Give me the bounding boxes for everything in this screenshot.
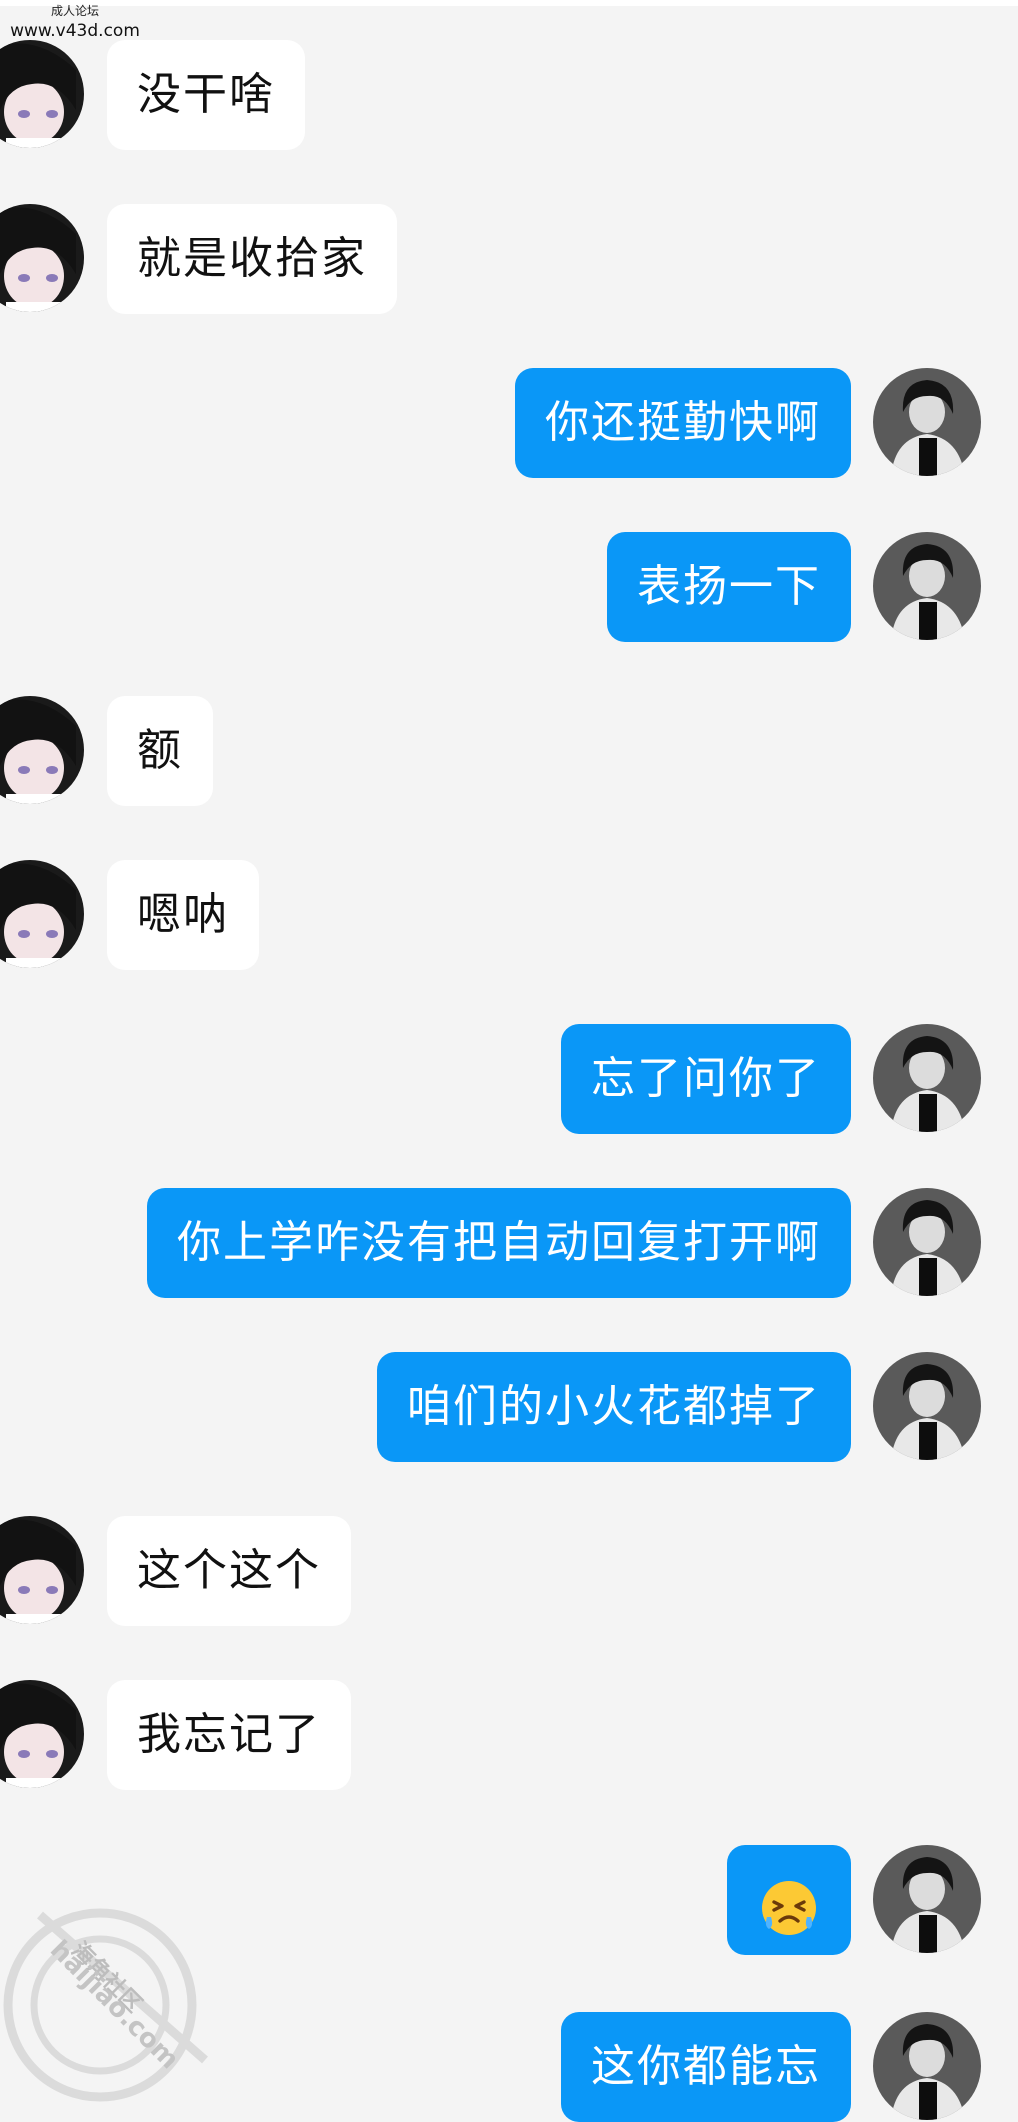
user-avatar[interactable]	[873, 1188, 981, 1296]
contact-avatar[interactable]	[0, 1516, 84, 1624]
user-avatar[interactable]	[873, 1352, 981, 1460]
user-avatar[interactable]	[873, 2012, 981, 2120]
contact-avatar[interactable]	[0, 696, 84, 804]
incoming-message[interactable]: 没干啥	[107, 40, 305, 150]
contact-avatar[interactable]	[0, 204, 84, 312]
contact-avatar[interactable]	[0, 40, 84, 148]
outgoing-message[interactable]: 忘了问你了	[561, 1024, 851, 1134]
incoming-message[interactable]: 我忘记了	[107, 1680, 351, 1790]
incoming-message[interactable]: 就是收拾家	[107, 204, 397, 314]
outgoing-message[interactable]: 你上学咋没有把自动回复打开啊	[147, 1188, 851, 1298]
outgoing-message[interactable]: 你还挺勤快啊	[515, 368, 851, 478]
incoming-message[interactable]: 这个这个	[107, 1516, 351, 1626]
top-bar	[0, 0, 1018, 6]
user-avatar[interactable]	[873, 1024, 981, 1132]
user-avatar[interactable]	[873, 1845, 981, 1953]
contact-avatar[interactable]	[0, 1680, 84, 1788]
outgoing-message[interactable]: 这你都能忘	[561, 2012, 851, 2122]
incoming-message[interactable]: 额	[107, 696, 213, 806]
site-watermark-title: 成人论坛	[50, 4, 99, 18]
outgoing-emoji-message[interactable]	[727, 1845, 851, 1955]
outgoing-message[interactable]: 表扬一下	[607, 532, 851, 642]
site-watermark: 成人论坛 www.v43d.com	[0, 4, 150, 42]
outgoing-message[interactable]: 咱们的小火花都掉了	[377, 1352, 851, 1462]
user-avatar[interactable]	[873, 532, 981, 640]
site-watermark-url: www.v43d.com	[10, 20, 140, 41]
incoming-message[interactable]: 嗯呐	[107, 860, 259, 970]
crying-laugh-emoji-icon	[758, 1870, 820, 1935]
user-avatar[interactable]	[873, 368, 981, 476]
contact-avatar[interactable]	[0, 860, 84, 968]
